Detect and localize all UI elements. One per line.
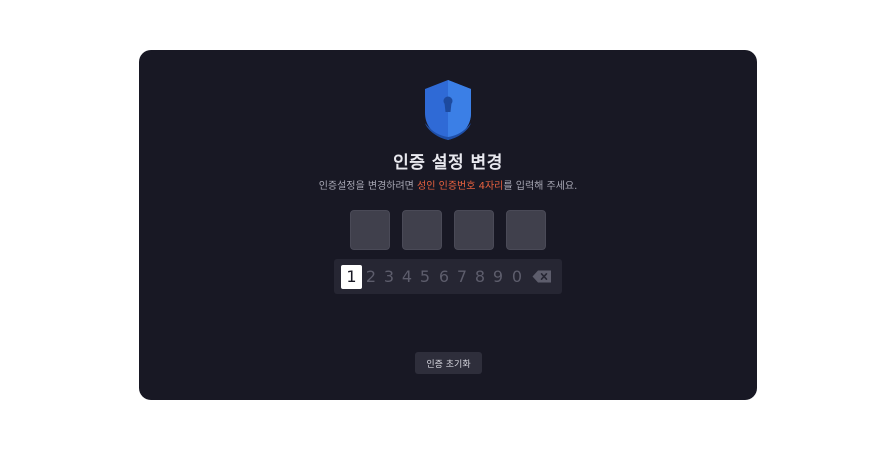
keypad-key-1[interactable]: 1 — [341, 265, 362, 289]
pin-digit-box[interactable] — [350, 210, 390, 250]
pin-digit-box[interactable] — [506, 210, 546, 250]
pin-digit-box[interactable] — [454, 210, 494, 250]
instructions-text-start: 인증설정을 변경하려면 — [318, 181, 418, 192]
pin-input[interactable] — [350, 210, 546, 250]
backspace-icon[interactable] — [532, 270, 552, 283]
keypad-key-5[interactable]: 5 — [416, 265, 434, 289]
keypad-key-3[interactable]: 3 — [380, 265, 398, 289]
number-keypad: 1 2 3 4 5 6 7 8 9 0 — [334, 259, 562, 294]
pin-digit-box[interactable] — [402, 210, 442, 250]
keypad-key-0[interactable]: 0 — [508, 265, 526, 289]
instructions-highlight: 성인 인증번호 4자리 — [417, 181, 504, 192]
shield-lock-icon — [425, 80, 471, 140]
keypad-key-6[interactable]: 6 — [435, 265, 453, 289]
reset-auth-button[interactable]: 인증 초기화 — [415, 352, 482, 374]
auth-settings-dialog: 인증 설정 변경 인증설정을 변경하려면 성인 인증번호 4자리를 입력해 주세… — [139, 50, 757, 400]
keypad-key-9[interactable]: 9 — [489, 265, 507, 289]
dialog-instructions: 인증설정을 변경하려면 성인 인증번호 4자리를 입력해 주세요. — [139, 177, 757, 192]
instructions-text-end: 를 입력해 주세요. — [503, 181, 578, 192]
keypad-key-8[interactable]: 8 — [471, 265, 489, 289]
keypad-key-2[interactable]: 2 — [362, 265, 380, 289]
keypad-key-4[interactable]: 4 — [398, 265, 416, 289]
keypad-key-7[interactable]: 7 — [453, 265, 471, 289]
dialog-title: 인증 설정 변경 — [393, 153, 503, 173]
